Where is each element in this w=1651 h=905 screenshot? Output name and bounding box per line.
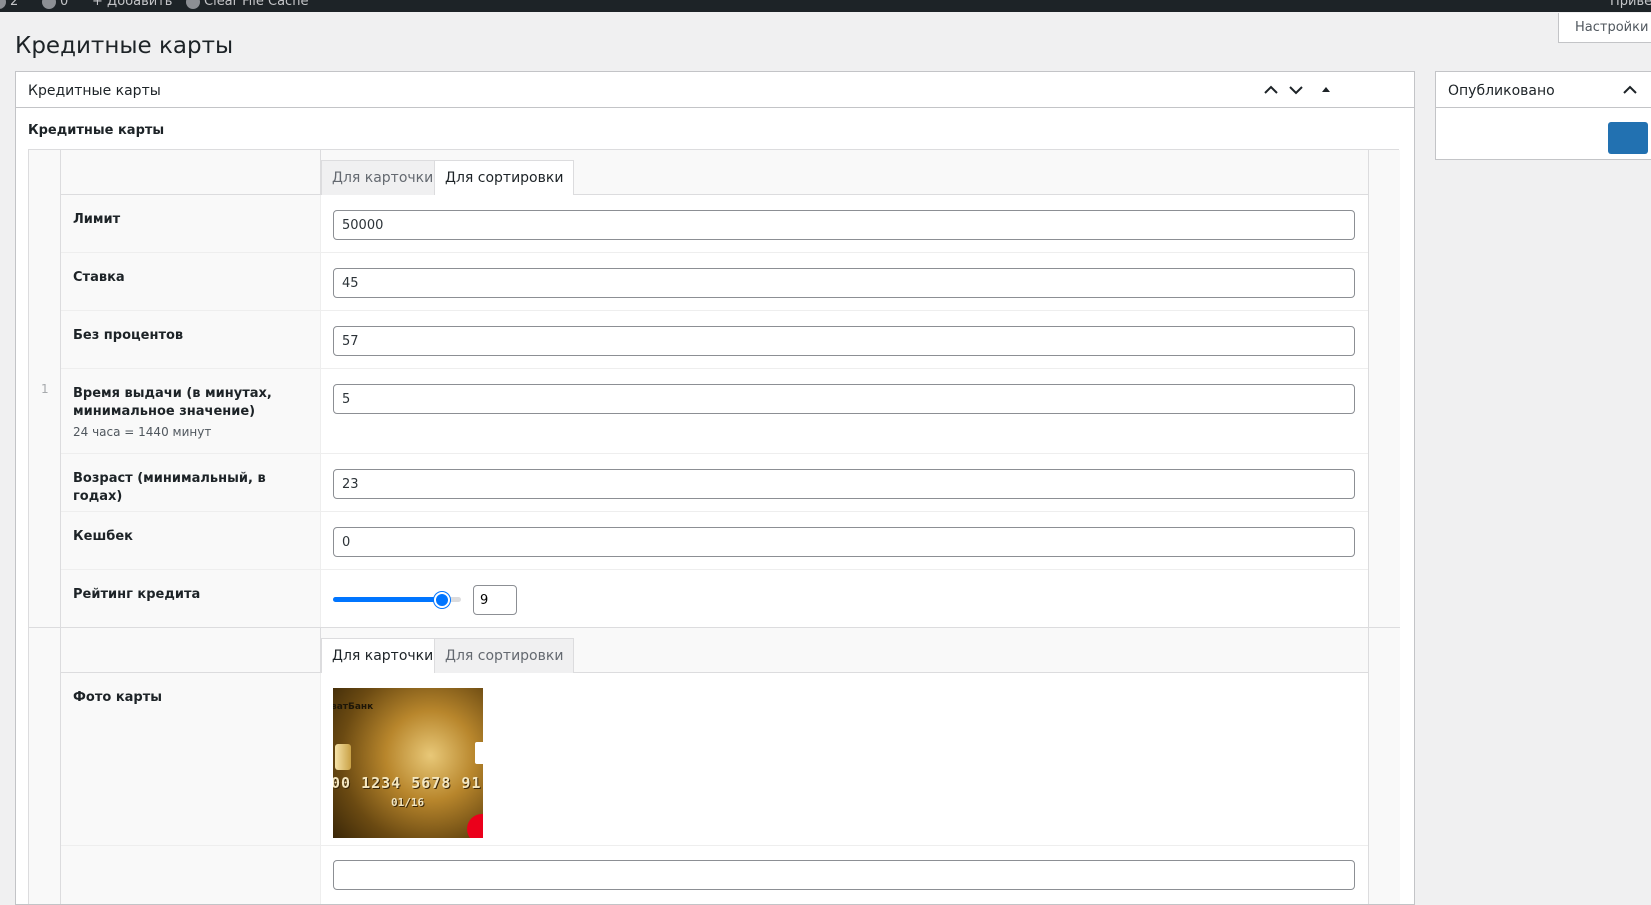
- chevron-up-icon: [1264, 85, 1278, 94]
- publish-header: Опубликовано: [1436, 72, 1651, 108]
- comment-icon: [42, 0, 56, 9]
- updates-count: 2: [10, 0, 19, 9]
- credit-cards-metabox: Кредитные карты Кредитные карты 1 Для ка…: [15, 71, 1415, 905]
- page-title: Кредитные карты: [15, 33, 234, 59]
- screen-options-label: Настройки э: [1575, 20, 1651, 35]
- field-label-cell: Фото карты: [61, 673, 321, 845]
- field-label-cell: [61, 846, 321, 904]
- cashback-input[interactable]: [333, 527, 1355, 557]
- row-drag-handle[interactable]: 1: [29, 150, 61, 904]
- move-down-button[interactable]: [1286, 80, 1306, 100]
- slider-fill: [333, 597, 442, 602]
- rate-input[interactable]: [333, 268, 1355, 298]
- cashback-label: Кешбек: [73, 529, 133, 544]
- field-next: [61, 846, 1368, 904]
- field-label-cell: Время выдачи (в минутах, минимальное зна…: [61, 369, 321, 453]
- plus-icon: +: [92, 0, 108, 9]
- cache-label: Clear File Cache: [204, 0, 309, 9]
- field-rate: Ставка: [61, 253, 1368, 311]
- new-label: Добавить: [107, 0, 173, 9]
- move-up-button[interactable]: [1261, 80, 1281, 100]
- mastercard-logo-icon: [467, 814, 483, 838]
- field-no-interest: Без процентов: [61, 311, 1368, 369]
- field-age: Возраст (минимальный, в годах): [61, 454, 1368, 512]
- cache-item[interactable]: Clear File Cache: [186, 0, 308, 9]
- age-input[interactable]: [333, 469, 1355, 499]
- field-rating: Рейтинг кредита: [61, 570, 1368, 628]
- limit-label: Лимит: [73, 212, 121, 227]
- greeting-label: Приве: [1610, 0, 1651, 9]
- tab-for-sorting-2[interactable]: Для сортировки: [434, 638, 575, 673]
- publish-button[interactable]: [1608, 122, 1648, 154]
- issue-time-description: 24 часа = 1440 минут: [73, 425, 212, 439]
- new-item[interactable]: + Добавить: [92, 0, 172, 9]
- card-expiry: 01/16: [391, 796, 425, 809]
- chevron-up-icon: [1623, 85, 1637, 94]
- row-actions[interactable]: [1368, 150, 1400, 904]
- cache-icon: [186, 0, 200, 9]
- slider-thumb[interactable]: [433, 592, 450, 608]
- card-chip: [335, 744, 351, 770]
- tabs-group-2: Для карточки Для сортировки: [61, 628, 1368, 674]
- next-input[interactable]: [333, 860, 1355, 890]
- field-label-cell: Без процентов: [61, 311, 321, 368]
- field-label-cell: Ставка: [61, 253, 321, 310]
- card-photo-image[interactable]: ватБанк 00 1234 5678 91 01/16: [333, 688, 483, 838]
- tab-for-card-1[interactable]: Для карточки: [321, 160, 445, 195]
- no-interest-label: Без процентов: [73, 328, 184, 343]
- rating-number-input[interactable]: [473, 585, 517, 615]
- tabs-gutter: [61, 628, 321, 673]
- issue-time-label: Время выдачи (в минутах, минимальное зна…: [73, 386, 272, 419]
- field-label-cell: Возраст (минимальный, в годах): [61, 454, 321, 511]
- repeater-field-label: Кредитные карты: [28, 123, 165, 138]
- card-badge: [475, 742, 483, 764]
- metabox-header: Кредитные карты: [16, 72, 1414, 108]
- photo-label: Фото карты: [73, 690, 163, 705]
- tabs-gutter: [61, 150, 321, 195]
- updates-item[interactable]: 2: [0, 0, 18, 9]
- toggle-publish-button[interactable]: [1620, 80, 1640, 100]
- field-label-cell: Рейтинг кредита: [61, 570, 321, 628]
- metabox-title: Кредитные карты: [28, 83, 161, 99]
- rating-label: Рейтинг кредита: [73, 587, 201, 602]
- field-cashback: Кешбек: [61, 512, 1368, 570]
- tab-for-card-2[interactable]: Для карточки: [321, 638, 445, 674]
- rate-label: Ставка: [73, 270, 125, 285]
- admin-bar: 2 0 + Добавить Clear File Cache Приве: [0, 0, 1651, 12]
- toggle-panel-button[interactable]: [1316, 80, 1336, 100]
- card-number: 00 1234 5678 91: [333, 774, 482, 792]
- publish-title: Опубликовано: [1448, 83, 1555, 99]
- field-limit: Лимит: [61, 195, 1368, 253]
- comments-item[interactable]: 0: [42, 0, 68, 9]
- rating-slider[interactable]: [333, 592, 461, 608]
- tab-for-sorting-1[interactable]: Для сортировки: [434, 160, 575, 196]
- field-photo: Фото карты ватБанк 00 1234 5678 91 01/16: [61, 673, 1368, 846]
- account-item[interactable]: Приве: [1610, 0, 1651, 9]
- card-bank-name: ватБанк: [333, 702, 374, 712]
- field-label-cell: Кешбек: [61, 512, 321, 569]
- chevron-down-icon: [1289, 86, 1303, 95]
- repeater-field: 1 Для карточки Для сортировки Лимит Став…: [28, 149, 1400, 904]
- comments-count: 0: [60, 0, 69, 9]
- tabs-group-1: Для карточки Для сортировки: [61, 150, 1368, 196]
- updates-icon: [0, 0, 6, 9]
- triangle-up-icon: [1322, 87, 1330, 92]
- field-issue-time: Время выдачи (в минутах, минимальное зна…: [61, 369, 1368, 454]
- screen-options-button[interactable]: Настройки э: [1558, 13, 1651, 43]
- limit-input[interactable]: [333, 210, 1355, 240]
- row-number: 1: [41, 382, 49, 396]
- no-interest-input[interactable]: [333, 326, 1355, 356]
- field-label-cell: Лимит: [61, 195, 321, 252]
- age-label: Возраст (минимальный, в годах): [73, 471, 266, 504]
- issue-time-input[interactable]: [333, 384, 1355, 414]
